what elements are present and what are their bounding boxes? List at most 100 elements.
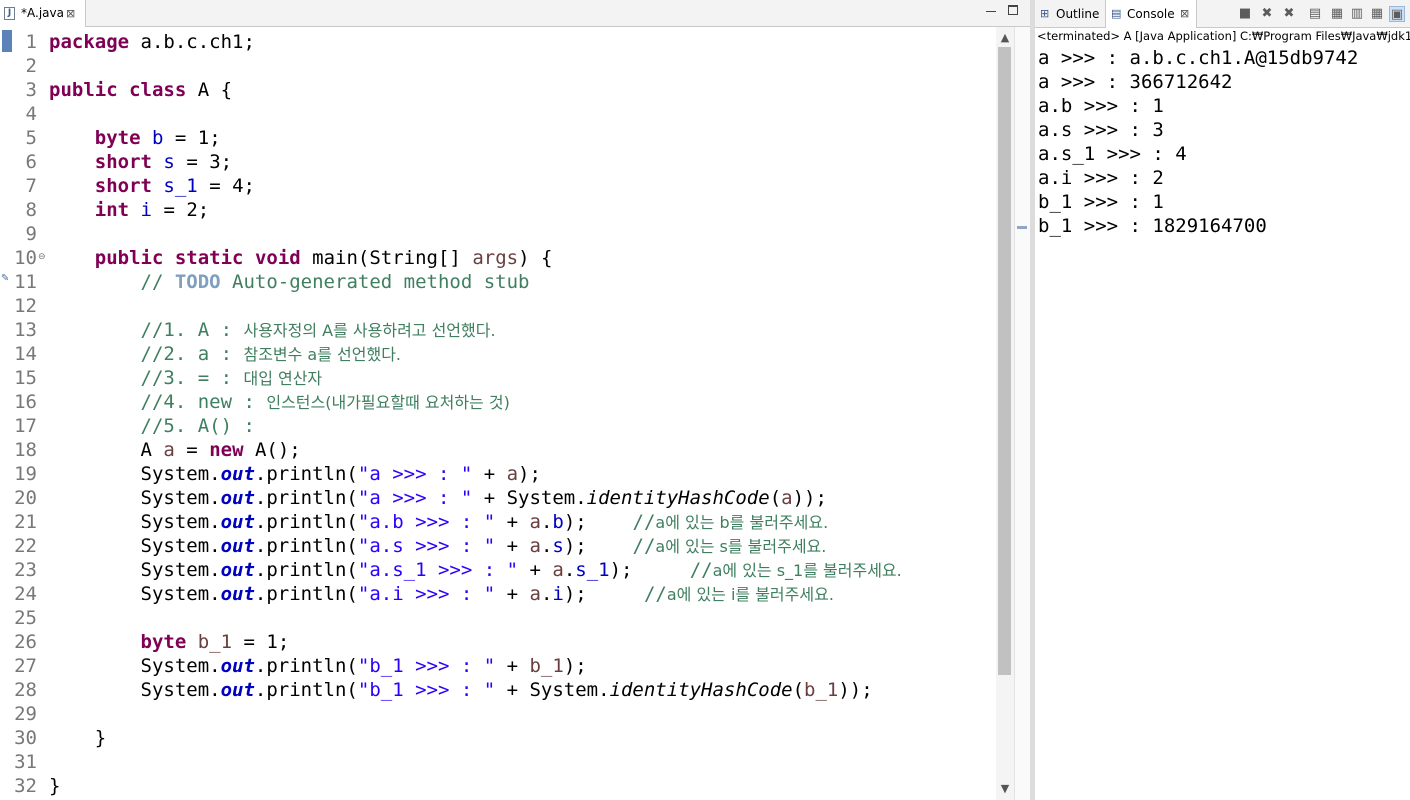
code-text: ); <box>563 583 587 605</box>
code-text: )); <box>792 487 827 509</box>
code-text: + <box>495 535 530 557</box>
code-line-10[interactable]: public static void main(String[] args) { <box>49 246 553 270</box>
local-variable: a <box>781 487 793 509</box>
comment: Auto-generated method stub <box>220 271 530 293</box>
code-line-19[interactable]: System.out.println("a >>> : " + a); <box>49 462 541 486</box>
string-literal: "b_1 >>> : " <box>357 655 496 677</box>
fold-collapse-icon[interactable]: ⊖ <box>38 251 46 263</box>
line-number: 19 <box>14 463 37 485</box>
code-line-6[interactable]: short s = 3; <box>49 150 232 174</box>
line-number: 23 <box>14 559 37 581</box>
remove-launch-icon[interactable]: ✖ <box>1259 6 1275 22</box>
code-line-24[interactable]: System.out.println("a.i >>> : " + a.i); … <box>49 582 834 606</box>
editor-vertical-scrollbar[interactable]: ▲ ▼ <box>996 27 1014 800</box>
scroll-down-icon[interactable]: ▼ <box>996 782 1014 796</box>
code-text: = 1; <box>163 127 221 149</box>
static-field: out <box>220 511 255 533</box>
code-line-26[interactable]: byte b_1 = 1; <box>49 630 290 654</box>
maximize-icon[interactable] <box>1008 5 1018 15</box>
static-method: identityHashCode <box>609 679 793 701</box>
code-text: } <box>49 775 61 797</box>
comment: //1. A : <box>140 319 244 341</box>
word-wrap-icon[interactable]: ▥ <box>1349 6 1365 22</box>
java-editor[interactable]: J *A.java ⊠ ✎ ⊖ 1 2 3 4 5 6 7 8 9 10 11 12 13 14 15 16 1… <box>0 0 1030 800</box>
code-line-27[interactable]: System.out.println("b_1 >>> : " + b_1); <box>49 654 587 678</box>
code-line-21[interactable]: System.out.println("a.b >>> : " + a.b); … <box>49 510 829 534</box>
code-line-17[interactable]: //5. A() : <box>49 414 255 438</box>
code-line-7[interactable]: short s_1 = 4; <box>49 174 255 198</box>
code-line-22[interactable]: System.out.println("a.s >>> : " + a.s); … <box>49 534 827 558</box>
code-line-8[interactable]: int i = 2; <box>49 198 209 222</box>
static-field: out <box>220 487 255 509</box>
comment: //4. new : <box>140 391 267 413</box>
code-text: = 2; <box>152 199 210 221</box>
console-view: ⊞ Outline ▤ Console ⊠ ■ ✖ ✖ ▤ ▦ ▥ ▦ ▣ <t… <box>1035 0 1410 800</box>
overview-annotation-marker[interactable] <box>1017 226 1027 229</box>
line-number: 3 <box>25 79 37 101</box>
string-literal: "a.i >>> : " <box>357 583 496 605</box>
code-line-32[interactable]: } <box>49 774 60 798</box>
code-text: = <box>174 439 210 461</box>
local-variable: a <box>529 535 541 557</box>
tab-outline[interactable]: ⊞ Outline <box>1035 0 1105 28</box>
code-text: ( <box>792 679 805 701</box>
tab-console-label: Console <box>1127 7 1175 21</box>
code-line-30[interactable]: } <box>49 726 106 750</box>
comment: // <box>632 511 656 533</box>
keyword: package <box>49 31 130 53</box>
close-icon[interactable]: ⊠ <box>66 0 75 27</box>
console-output-line: a.b >>> : 1 <box>1038 95 1164 117</box>
tab-console[interactable]: ▤ Console ⊠ <box>1105 0 1197 28</box>
code-text: ) { <box>518 247 553 269</box>
code-line-11[interactable]: // TODO Auto-generated method stub <box>49 270 530 294</box>
pin-console-icon[interactable]: ▣ <box>1389 6 1405 22</box>
code-text: A(); <box>243 439 301 461</box>
scroll-up-icon[interactable]: ▲ <box>996 31 1014 45</box>
static-method: identityHashCode <box>586 487 770 509</box>
scrollbar-thumb[interactable] <box>998 47 1011 675</box>
line-number: 11 <box>14 271 37 293</box>
overview-ruler[interactable] <box>1014 27 1030 800</box>
code-line-18[interactable]: A a = new A(); <box>49 438 301 462</box>
comment: //2. a : <box>140 343 244 365</box>
editor-tab-bar: J *A.java ⊠ <box>0 0 1030 27</box>
show-console-icon[interactable]: ▦ <box>1369 6 1385 22</box>
field-name: i <box>140 199 152 221</box>
terminate-icon[interactable]: ■ <box>1237 6 1253 22</box>
console-output-line: b_1 >>> : 1 <box>1038 191 1164 213</box>
close-icon[interactable]: ⊠ <box>1180 0 1189 28</box>
string-literal: "a.b >>> : " <box>357 511 496 533</box>
code-text: ( <box>769 487 782 509</box>
code-line-13[interactable]: //1. A : 사용자정의 A를 사용하려고 선언했다. <box>49 318 496 342</box>
code-line-28[interactable]: System.out.println("b_1 >>> : " + System… <box>49 678 873 702</box>
editor-tab-a-java[interactable]: J *A.java ⊠ <box>0 0 86 27</box>
code-text: System. <box>140 487 221 509</box>
code-text: System. <box>140 535 221 557</box>
local-variable: a <box>506 463 519 485</box>
keyword: public <box>49 79 118 101</box>
comment: // <box>140 271 175 293</box>
code-line-14[interactable]: //2. a : 참조변수 a를 선언했다. <box>49 342 402 366</box>
keyword: short <box>94 175 152 197</box>
code-line-3[interactable]: public class A { <box>49 78 232 102</box>
minimize-icon[interactable] <box>986 6 996 12</box>
line-number: 22 <box>14 535 37 557</box>
code-line-1[interactable]: package a.b.c.ch1; <box>49 30 255 54</box>
code-line-16[interactable]: //4. new : 인스턴스(내가필요할때 요처하는 것) <box>49 390 510 414</box>
keyword: static <box>174 247 244 269</box>
code-line-5[interactable]: byte b = 1; <box>49 126 221 150</box>
scroll-lock-icon[interactable]: ▦ <box>1329 6 1345 22</box>
code-text: ); <box>563 655 587 677</box>
keyword: new <box>209 439 244 461</box>
static-field: out <box>220 583 255 605</box>
console-output-line: a >>> : a.b.c.ch1.A@15db9742 <box>1038 47 1359 69</box>
code-line-20[interactable]: System.out.println("a >>> : " + System.i… <box>49 486 827 510</box>
line-number: 5 <box>25 127 37 149</box>
field-name: s_1 <box>575 559 610 581</box>
code-line-23[interactable]: System.out.println("a.s_1 >>> : " + a.s_… <box>49 558 902 582</box>
code-line-15[interactable]: //3. = : 대입 연산자 <box>49 366 323 390</box>
todo-tag: TODO <box>174 271 221 293</box>
field-name: b <box>552 511 564 533</box>
clear-console-icon[interactable]: ▤ <box>1307 6 1323 22</box>
remove-all-terminated-icon[interactable]: ✖ <box>1281 6 1297 22</box>
